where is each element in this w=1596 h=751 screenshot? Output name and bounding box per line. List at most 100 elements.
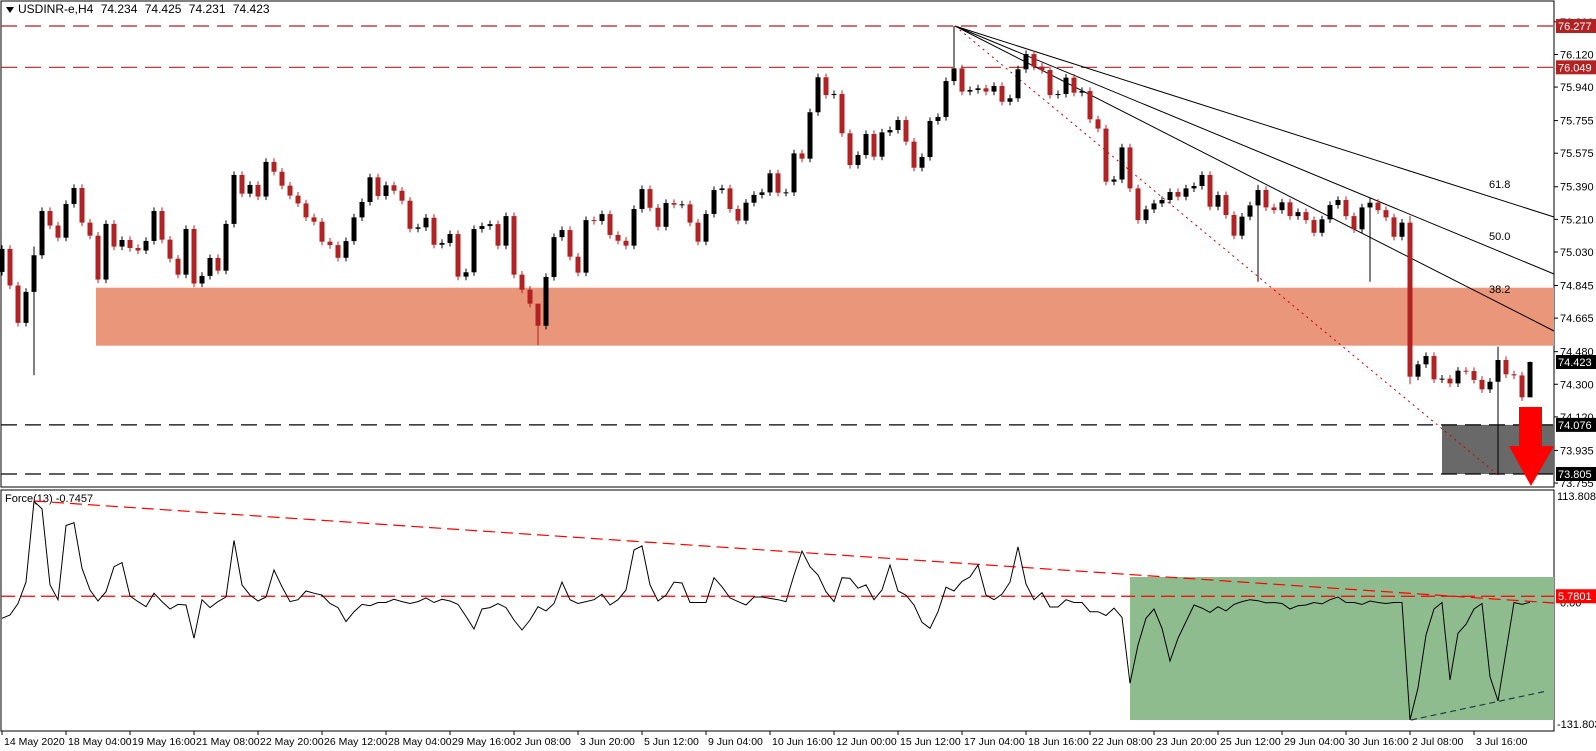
candle[interactable] (103, 220, 109, 284)
candle[interactable] (111, 220, 117, 251)
candle[interactable] (1175, 188, 1181, 201)
candle[interactable] (743, 199, 749, 225)
candle[interactable] (807, 108, 813, 163)
candle[interactable] (623, 237, 629, 250)
candle[interactable] (1343, 196, 1349, 220)
candle[interactable] (967, 86, 973, 96)
candle[interactable] (255, 181, 261, 201)
candle[interactable] (159, 207, 165, 244)
candle[interactable] (815, 73, 821, 116)
candle[interactable] (983, 84, 989, 96)
candle[interactable] (63, 200, 69, 242)
candle[interactable] (687, 200, 693, 227)
candle[interactable] (1471, 367, 1477, 384)
candle[interactable] (15, 281, 21, 327)
candle[interactable] (1231, 211, 1237, 240)
candle[interactable] (1503, 356, 1509, 378)
candle[interactable] (855, 151, 861, 169)
candle[interactable] (279, 168, 285, 190)
fib-fan-line-50.0[interactable] (954, 25, 1555, 275)
candle[interactable] (1063, 74, 1069, 98)
candle[interactable] (1127, 143, 1133, 193)
candle[interactable] (263, 158, 269, 201)
candle[interactable] (1007, 94, 1013, 106)
candle[interactable] (583, 216, 589, 277)
candle[interactable] (343, 237, 349, 262)
candle[interactable] (1223, 191, 1229, 219)
candle[interactable] (1207, 171, 1213, 211)
candle[interactable] (287, 182, 293, 200)
candle[interactable] (791, 149, 797, 196)
candle[interactable] (95, 232, 101, 284)
candle[interactable] (303, 199, 309, 221)
candle[interactable] (575, 253, 581, 277)
candle[interactable] (471, 225, 477, 276)
candle[interactable] (1319, 215, 1325, 237)
candle[interactable] (879, 128, 885, 161)
candle[interactable] (167, 236, 173, 263)
candle[interactable] (1407, 215, 1413, 385)
candle[interactable] (175, 255, 181, 279)
candle[interactable] (671, 199, 677, 209)
candle[interactable] (559, 226, 565, 241)
candle[interactable] (439, 239, 445, 249)
candle[interactable] (367, 173, 373, 206)
candle[interactable] (655, 204, 661, 231)
candle[interactable] (183, 225, 189, 279)
candle[interactable] (55, 221, 61, 242)
candle[interactable] (1015, 65, 1021, 102)
fib-fan-line-61.8[interactable] (954, 25, 1555, 218)
candle[interactable] (839, 90, 845, 137)
candle[interactable] (1383, 206, 1389, 221)
candle[interactable] (407, 197, 413, 233)
candle[interactable] (1359, 203, 1365, 233)
candle[interactable] (311, 213, 317, 226)
candle[interactable] (1399, 219, 1405, 241)
candle[interactable] (631, 205, 637, 250)
candle[interactable] (39, 207, 45, 259)
candle[interactable] (703, 210, 709, 246)
candle[interactable] (1367, 197, 1373, 282)
candle[interactable] (663, 199, 669, 231)
candle[interactable] (191, 225, 197, 288)
candle[interactable] (447, 230, 453, 247)
candle[interactable] (911, 137, 917, 172)
candle[interactable] (1455, 367, 1461, 388)
candle[interactable] (1103, 124, 1109, 186)
candle[interactable] (567, 226, 573, 261)
candle[interactable] (351, 213, 357, 245)
candle[interactable] (47, 207, 53, 230)
candle[interactable] (1447, 375, 1453, 388)
candle[interactable] (607, 210, 613, 239)
candle[interactable] (735, 205, 741, 225)
candle[interactable] (1191, 182, 1197, 193)
candle[interactable] (1255, 184, 1261, 282)
candle[interactable] (1487, 378, 1493, 393)
candle[interactable] (887, 126, 893, 137)
candle[interactable] (1527, 361, 1533, 398)
candle[interactable] (767, 169, 773, 196)
candle[interactable] (391, 181, 397, 195)
candle[interactable] (503, 212, 509, 250)
candle[interactable] (335, 241, 341, 262)
candle[interactable] (647, 185, 653, 212)
candle[interactable] (431, 214, 437, 249)
candle[interactable] (1287, 198, 1293, 220)
candle[interactable] (1295, 208, 1301, 220)
candle[interactable] (1511, 370, 1517, 380)
candle[interactable] (151, 207, 157, 245)
candle[interactable] (1159, 196, 1165, 208)
candle[interactable] (231, 171, 237, 228)
candle[interactable] (1055, 90, 1061, 99)
candle[interactable] (119, 236, 125, 251)
candle[interactable] (1167, 188, 1173, 204)
candle[interactable] (959, 64, 965, 96)
candle[interactable] (799, 149, 805, 163)
candle[interactable] (1271, 203, 1277, 214)
candle[interactable] (71, 184, 77, 208)
candle[interactable] (399, 187, 405, 205)
candle[interactable] (1415, 360, 1421, 381)
candle[interactable] (327, 238, 333, 249)
candle[interactable] (1335, 196, 1341, 209)
candle[interactable] (319, 218, 325, 246)
